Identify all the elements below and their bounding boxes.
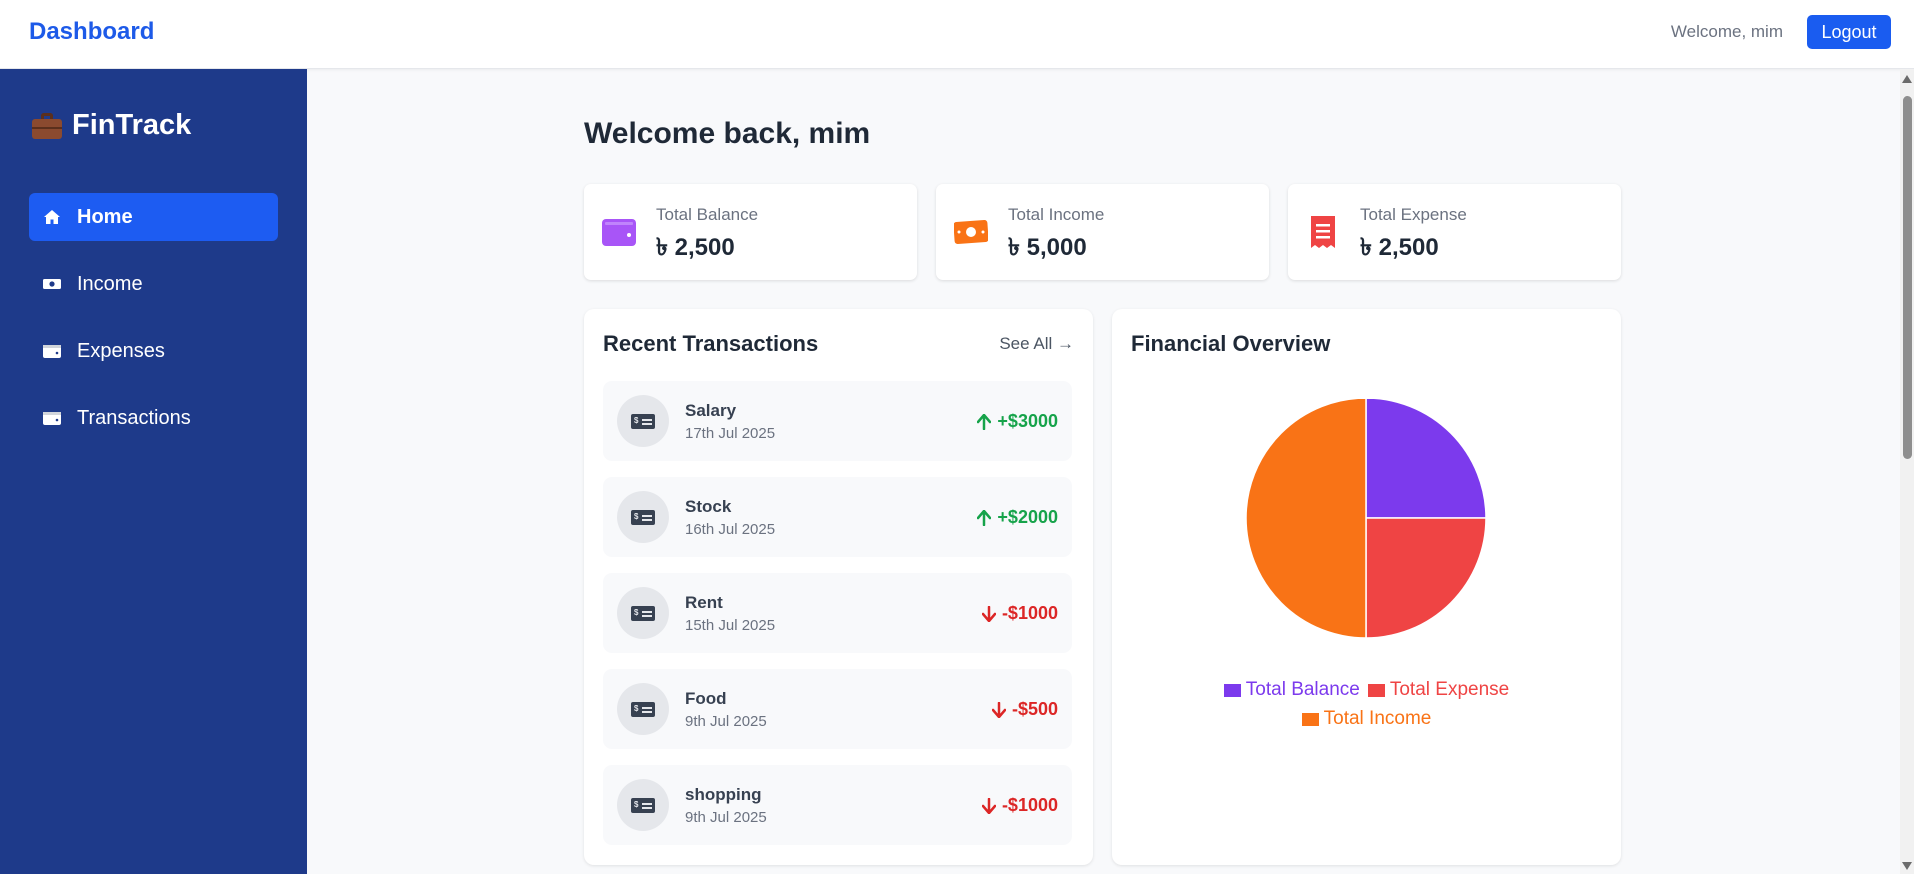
money-check-icon: $: [631, 702, 655, 717]
recent-transactions-panel: Recent Transactions See All → $ Salary 17t…: [584, 309, 1093, 865]
money-bill-icon: [43, 279, 61, 289]
arrow-down-icon: [981, 605, 996, 622]
transaction-amount-value: -$500: [1011, 699, 1058, 719]
pie-slice-total-balance[interactable]: [1365, 399, 1487, 519]
transaction-icon: $: [617, 779, 669, 831]
stat-value: ৳ 5,000: [1008, 234, 1087, 261]
transaction-date: 9th Jul 2025: [685, 809, 767, 826]
pie-slice-total-income[interactable]: [1245, 399, 1367, 639]
stat-label: Total Expense: [1360, 205, 1467, 224]
arrow-up-icon: [977, 509, 992, 526]
sidebar-item-label: Income: [77, 272, 143, 295]
top-bar: Dashboard Welcome, mim Logout: [0, 0, 1914, 69]
legend-label: Total Expense: [1389, 679, 1510, 700]
arrow-up-icon: [977, 413, 992, 430]
wallet-icon: [43, 345, 61, 358]
legend-swatch: [1367, 683, 1385, 697]
legend-label: Total Balance: [1245, 679, 1360, 700]
transaction-name: Salary: [685, 401, 737, 420]
sidebar-item-transactions[interactable]: Transactions: [29, 394, 278, 442]
transaction-row[interactable]: $ Salary 17th Jul 2025 +$3000: [603, 381, 1072, 461]
receipt-icon: [1311, 216, 1335, 248]
transaction-amount: -$500: [991, 699, 1058, 720]
sidebar: FinTrack Home Income Expenses Transactio…: [0, 69, 307, 874]
wallet-icon: [602, 219, 636, 246]
legend-swatch: [1223, 683, 1241, 697]
briefcase-icon: [32, 112, 62, 139]
stat-value: ৳ 2,500: [1360, 234, 1439, 261]
welcome-user-text: Welcome, mim: [1670, 22, 1783, 41]
wallet-icon: [43, 412, 61, 425]
money-check-icon: $: [631, 606, 655, 621]
transaction-row[interactable]: $ shopping 9th Jul 2025 -$1000: [603, 765, 1072, 845]
transaction-amount: +$2000: [977, 507, 1058, 528]
transaction-amount-value: -$1000: [1001, 795, 1058, 815]
transaction-row[interactable]: $ Stock 16th Jul 2025 +$2000: [603, 477, 1072, 557]
transaction-name: Food: [685, 689, 727, 708]
legend-label: Total Income: [1323, 708, 1432, 729]
transaction-row[interactable]: $ Rent 15th Jul 2025 -$1000: [603, 573, 1072, 653]
transaction-date: 9th Jul 2025: [685, 713, 767, 730]
recent-transactions-title: Recent Transactions: [603, 331, 819, 356]
transaction-date: 17th Jul 2025: [685, 425, 776, 442]
stat-label: Total Income: [1008, 205, 1105, 224]
sidebar-item-label: Home: [77, 205, 133, 228]
logout-button[interactable]: Logout: [1807, 15, 1891, 49]
transaction-amount: -$1000: [981, 603, 1058, 624]
legend-item-total-expense[interactable]: Total Expense: [1367, 679, 1510, 701]
stat-label: Total Balance: [656, 205, 759, 224]
pie-slice-total-expense[interactable]: [1365, 517, 1487, 639]
transaction-amount: -$1000: [981, 795, 1058, 816]
legend-swatch: [1301, 712, 1319, 726]
financial-overview-title: Financial Overview: [1131, 331, 1331, 356]
transaction-name: Rent: [685, 593, 723, 612]
transaction-name: shopping: [685, 785, 762, 804]
money-check-icon: $: [631, 798, 655, 813]
transaction-name: Stock: [685, 497, 732, 516]
sidebar-item-label: Transactions: [77, 406, 191, 429]
stat-value: ৳ 2,500: [656, 234, 735, 261]
financial-overview-panel: Financial Overview Total Balance Total Ex…: [1112, 309, 1621, 865]
stat-card-total-income: Total Income ৳ 5,000: [936, 184, 1269, 280]
money-bill-icon: [954, 220, 988, 244]
transaction-date: 16th Jul 2025: [685, 521, 776, 538]
scroll-up-arrow-icon[interactable]: [1902, 75, 1912, 83]
sidebar-logo[interactable]: FinTrack: [32, 109, 191, 142]
scroll-down-arrow-icon[interactable]: [1902, 862, 1912, 870]
stat-card-total-balance: Total Balance ৳ 2,500: [584, 184, 917, 280]
see-all-link[interactable]: See All →: [999, 334, 1074, 354]
transaction-amount-value: +$2000: [997, 507, 1058, 527]
page-title: Welcome back, mim: [584, 117, 871, 150]
page-scrollbar[interactable]: [1900, 69, 1914, 874]
arrow-down-icon: [981, 797, 996, 814]
financial-overview-pie-chart: [1245, 399, 1487, 639]
transaction-icon: $: [617, 491, 669, 543]
arrow-down-icon: [991, 701, 1006, 718]
scrollbar-thumb[interactable]: [1903, 96, 1912, 459]
legend-item-total-balance[interactable]: Total Balance: [1223, 679, 1360, 701]
sidebar-item-income[interactable]: Income: [29, 260, 278, 308]
app-name: FinTrack: [72, 109, 192, 141]
chart-legend: Total Balance Total Expense: [1112, 679, 1621, 703]
chart-legend: Total Income: [1112, 708, 1621, 732]
transaction-icon: $: [617, 683, 669, 735]
transaction-amount: +$3000: [977, 411, 1058, 432]
sidebar-item-expenses[interactable]: Expenses: [29, 327, 278, 375]
transaction-row[interactable]: $ Food 9th Jul 2025 -$500: [603, 669, 1072, 749]
transaction-date: 15th Jul 2025: [685, 617, 776, 634]
transaction-amount-value: -$1000: [1001, 603, 1058, 623]
sidebar-item-home[interactable]: Home: [29, 193, 278, 241]
home-icon: [44, 210, 60, 224]
transaction-amount-value: +$3000: [997, 411, 1058, 431]
sidebar-item-label: Expenses: [77, 339, 165, 362]
stat-card-total-expense: Total Expense ৳ 2,500: [1288, 184, 1621, 280]
dashboard-brand[interactable]: Dashboard: [29, 18, 154, 46]
legend-item-total-income[interactable]: Total Income: [1301, 708, 1432, 730]
transaction-icon: $: [617, 587, 669, 639]
transaction-icon: $: [617, 395, 669, 447]
money-check-icon: $: [631, 510, 655, 525]
money-check-icon: $: [631, 414, 655, 429]
